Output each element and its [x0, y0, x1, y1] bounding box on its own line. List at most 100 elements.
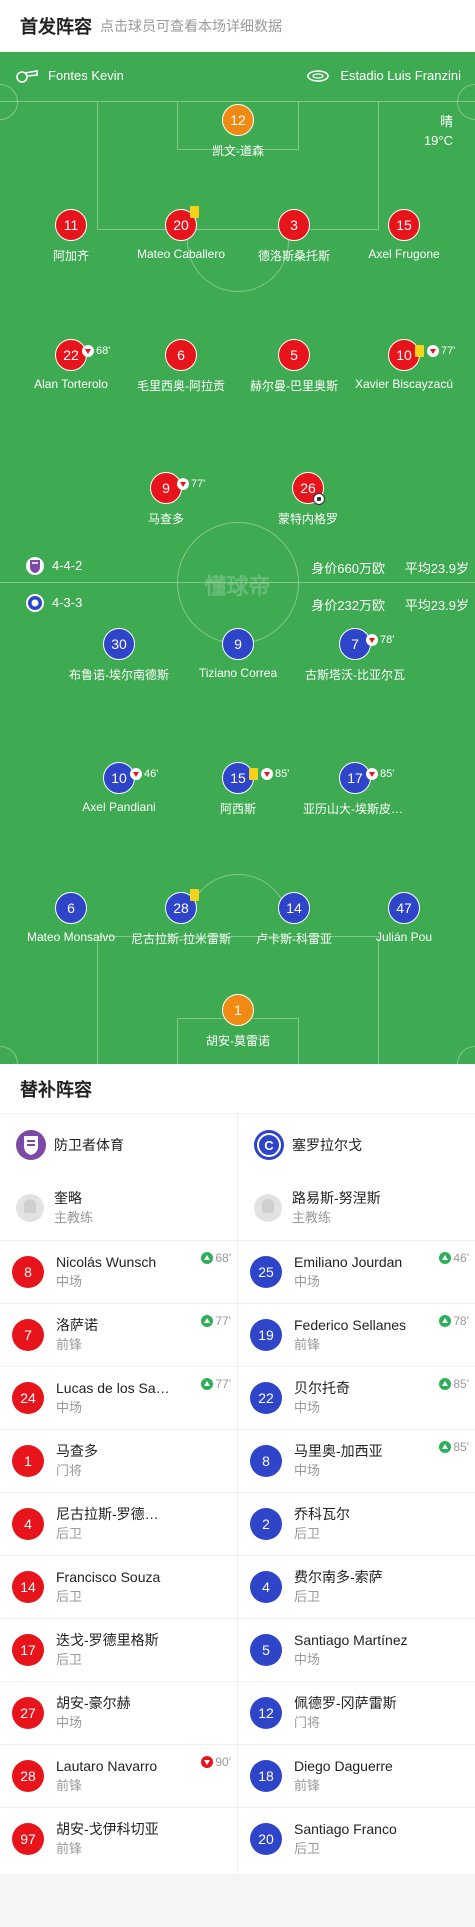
player-marker[interactable]: 26 蒙特内格罗 — [256, 472, 360, 527]
sub-off-icon — [130, 768, 142, 780]
player-name: Axel Frugone — [368, 247, 440, 261]
player-position: 中场 — [294, 1400, 321, 1415]
player-name: 佩德罗-冈萨雷斯 — [294, 1695, 397, 1711]
home-bench: 防卫者体育 奎略 主教练 8 Nicolás Wunsch 中场 68' 7 洛萨诺 前锋 7… — [0, 1114, 237, 1874]
player-marker[interactable]: 9 77' 马查多 — [114, 472, 218, 527]
player-marker[interactable]: 47 Julián Pou — [352, 892, 456, 944]
shirt-number: 15 — [388, 209, 420, 241]
home-team-name: 防卫者体育 — [54, 1137, 124, 1153]
home-team-summary: 4-4-2 身价660万欧 平均23.9岁 — [0, 555, 475, 577]
bench-player-row[interactable]: 4 尼古拉斯-罗德里格斯后卫 — [0, 1492, 237, 1555]
player-name: Diego Daguerre — [294, 1758, 393, 1774]
player-marker[interactable]: 28 尼古拉斯-拉米雷斯 — [129, 889, 233, 947]
player-name: Federico Sellanes — [294, 1317, 407, 1333]
away-bench: C 塞罗拉尔戈 路易斯-努涅斯 主教练 25 Emiliano Jourdan 中场… — [237, 1114, 475, 1874]
player-marker[interactable]: 20 Mateo Caballero — [129, 206, 233, 261]
shirt-number: 22 68' — [55, 339, 110, 371]
home-coach[interactable]: 奎略 主教练 — [0, 1176, 237, 1240]
home-team-logo — [16, 1130, 46, 1160]
player-name: 阿加齐 — [52, 249, 89, 263]
away-coach[interactable]: 路易斯-努涅斯 主教练 — [238, 1176, 475, 1240]
player-name: 古斯塔沃-比亚尔瓦 — [305, 668, 405, 682]
sub-minute: 46' — [144, 768, 159, 780]
bench-player-row[interactable]: 24 Lucas de los Santos 中场 77' — [0, 1366, 237, 1429]
bench-player-row[interactable]: 14 Francisco Souza 后卫 — [0, 1555, 237, 1618]
home-team-logo — [26, 557, 44, 575]
player-marker[interactable]: 22 68' Alan Torterolo — [19, 339, 123, 391]
bench-player-row[interactable]: 19 Federico Sellanes 前锋 78' — [238, 1303, 475, 1366]
shirt-number: 6 — [55, 892, 87, 924]
shirt-number: 28 — [165, 889, 199, 924]
player-marker[interactable]: 11 阿加齐 — [19, 209, 123, 264]
player-position: 前锋 — [56, 1841, 83, 1856]
sub-event: 46' — [439, 1251, 469, 1265]
bench-player-row[interactable]: 97 胡安-戈伊科切亚 前锋 — [0, 1807, 237, 1870]
shirt-number: 25 — [250, 1256, 282, 1288]
player-name: 胡安-戈伊科切亚 — [56, 1821, 159, 1837]
player-marker[interactable]: 30 布鲁诺-埃尔南德斯 — [67, 628, 171, 683]
bench-player-row[interactable]: 28 Lautaro Navarro 前锋 90' — [0, 1744, 237, 1807]
sub-minute: 78' — [380, 634, 395, 646]
player-name: 凯文-道森 — [212, 144, 264, 158]
shirt-number: 5 — [250, 1634, 282, 1666]
player-marker[interactable]: 10 46' Axel Pandiani — [67, 762, 171, 814]
player-position: 后卫 — [56, 1652, 83, 1667]
player-name: Lautaro Navarro — [56, 1758, 158, 1774]
shirt-number: 17 85' — [339, 762, 394, 794]
weather: 晴 19°C — [424, 112, 453, 150]
player-marker[interactable]: 10 77' Xavier Biscayzacú — [352, 339, 456, 391]
bench-player-row[interactable]: 5 Santiago Martínez 中场 — [238, 1618, 475, 1681]
player-marker[interactable]: 5 赫尔曼-巴里奥斯 — [242, 339, 346, 394]
bench-player-row[interactable]: 22 贝尔托奇 中场 85' — [238, 1366, 475, 1429]
player-marker[interactable]: 14 卢卡斯-科雷亚 — [242, 892, 346, 947]
sub-minute: 77' — [441, 345, 456, 357]
bench-player-row[interactable]: 2 乔科瓦尔 后卫 — [238, 1492, 475, 1555]
bench-player-row[interactable]: 17 迭戈-罗德里格斯 后卫 — [0, 1618, 237, 1681]
player-position: 门将 — [294, 1715, 321, 1730]
player-marker[interactable]: 6 Mateo Monsalvo — [19, 892, 123, 944]
bench-player-row[interactable]: 8 Nicolás Wunsch 中场 68' — [0, 1240, 237, 1303]
sub-off-icon — [261, 768, 273, 780]
player-marker[interactable]: 17 85' 亚历山大-埃斯皮诺萨 — [303, 762, 407, 817]
player-position: 后卫 — [294, 1841, 321, 1856]
away-bench-team[interactable]: C 塞罗拉尔戈 — [238, 1114, 475, 1176]
home-bench-team[interactable]: 防卫者体育 — [0, 1114, 237, 1176]
player-name: Santiago Martínez — [294, 1632, 408, 1648]
shirt-number: 8 — [12, 1256, 44, 1288]
bench-player-row[interactable]: 12 佩德罗-冈萨雷斯 门将 — [238, 1681, 475, 1744]
player-marker[interactable]: 9 Tiziano Correa — [186, 628, 290, 680]
bench-player-row[interactable]: 1 马查多 门将 — [0, 1429, 237, 1492]
shirt-number: 47 — [388, 892, 420, 924]
shirt-number: 17 — [12, 1634, 44, 1666]
player-marker[interactable]: 15 85' 阿西斯 — [186, 762, 290, 817]
player-position: 中场 — [56, 1274, 83, 1289]
bench-player-row[interactable]: 20 Santiago Franco 后卫 — [238, 1807, 475, 1870]
player-name: 赫尔曼-巴里奥斯 — [250, 379, 338, 393]
player-name: 费尔南多-索萨 — [294, 1569, 383, 1585]
player-marker[interactable]: 1 胡安-莫雷诺 — [186, 994, 290, 1049]
player-marker[interactable]: 12 凯文-道森 — [186, 104, 290, 159]
stadium-icon — [307, 69, 330, 82]
bench-player-row[interactable]: 27 胡安-豪尔赫 中场 — [0, 1681, 237, 1744]
sub-off-icon — [201, 1756, 214, 1768]
bench-player-row[interactable]: 8 马里奥-加西亚 中场 85' — [238, 1429, 475, 1492]
shirt-number: 1 — [12, 1445, 44, 1477]
referee-name: Fontes Kevin — [48, 68, 124, 83]
player-marker[interactable]: 6 毛里西奥-阿拉贡 — [129, 339, 233, 394]
bench-player-row[interactable]: 18 Diego Daguerre 前锋 — [238, 1744, 475, 1807]
player-name: 布鲁诺-埃尔南德斯 — [69, 668, 169, 682]
player-marker[interactable]: 15 Axel Frugone — [352, 209, 456, 261]
player-position: 前锋 — [56, 1778, 83, 1793]
sub-minute: 77' — [215, 1377, 231, 1391]
bench-player-row[interactable]: 4 费尔南多-索萨 后卫 — [238, 1555, 475, 1618]
goal-ball-icon — [313, 493, 325, 505]
sub-minute: 78' — [453, 1314, 469, 1328]
player-name: Mateo Caballero — [136, 247, 226, 261]
bench-player-row[interactable]: 7 洛萨诺 前锋 77' — [0, 1303, 237, 1366]
sub-off-icon — [177, 478, 189, 490]
bench-player-row[interactable]: 25 Emiliano Jourdan 中场 46' — [238, 1240, 475, 1303]
player-marker[interactable]: 7 78' 古斯塔沃-比亚尔瓦 — [303, 628, 407, 683]
player-marker[interactable]: 3 德洛斯桑托斯 — [242, 209, 346, 264]
svg-text:C: C — [264, 1138, 274, 1153]
sub-minute: 46' — [453, 1251, 469, 1265]
